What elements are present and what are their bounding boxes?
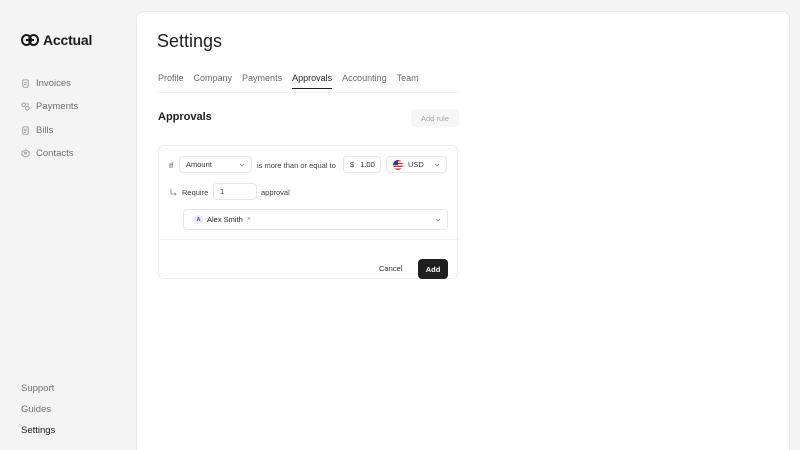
approval-rule-card: If Amount is more than or equal to $ 1.0… <box>158 145 459 279</box>
app-window: Acctual Invoices Payments Bills Contacts… <box>0 0 800 450</box>
sidebar-item-bills[interactable]: Bills <box>21 119 78 142</box>
add-rule-button[interactable]: Add rule <box>411 109 459 127</box>
chevron-down-icon <box>435 218 441 222</box>
tab-team[interactable]: Team <box>397 73 419 89</box>
sidebar-item-label: Invoices <box>36 78 71 90</box>
approver-name: Alex Smith <box>207 215 243 224</box>
cancel-button[interactable]: Cancel <box>373 259 408 277</box>
invoice-icon <box>22 79 29 88</box>
acctual-logo-icon <box>21 34 39 46</box>
tab-profile[interactable]: Profile <box>158 73 184 89</box>
sidebar-item-contacts[interactable]: Contacts <box>21 142 78 165</box>
tabs-divider <box>158 92 458 93</box>
if-label: If <box>169 161 174 170</box>
field-select-value: Amount <box>186 160 212 169</box>
page-title: Settings <box>157 31 223 51</box>
settings-tabs: Profile Company Payments Approvals Accou… <box>158 73 419 89</box>
brand-name: Acctual <box>43 32 93 48</box>
remove-approver-icon[interactable]: × <box>247 216 251 223</box>
operator-label: is more than or equal to <box>257 161 336 170</box>
currency-value: USD <box>408 160 424 169</box>
tab-payments[interactable]: Payments <box>242 73 282 89</box>
currency-select[interactable]: USD <box>386 156 447 173</box>
currency-symbol: $ <box>350 160 355 169</box>
sidebar-item-label: Bills <box>36 124 54 136</box>
chevron-down-icon <box>434 163 440 167</box>
sidebar-item-payments[interactable]: Payments <box>21 95 78 118</box>
sidebar-item-label: Payments <box>36 101 79 113</box>
contacts-icon <box>21 149 30 158</box>
require-count-input[interactable]: 1 <box>213 183 257 200</box>
section-title: Approvals <box>158 111 212 123</box>
sidebar-bottom-nav: Support Guides Settings <box>21 378 55 441</box>
chevron-down-icon <box>239 163 245 167</box>
brand-logo[interactable]: Acctual <box>21 32 92 48</box>
us-flag-icon <box>393 159 403 170</box>
avatar: A <box>194 215 203 224</box>
rule-conditions: If Amount is more than or equal to $ 1.0… <box>159 146 459 240</box>
field-select[interactable]: Amount <box>179 156 252 173</box>
payments-icon <box>21 102 30 111</box>
tab-approvals[interactable]: Approvals <box>292 73 333 89</box>
require-count-value: 1 <box>220 187 225 196</box>
approvers-select[interactable]: A Alex Smith × <box>183 209 448 230</box>
main-panel: Settings Profile Company Payments Approv… <box>136 11 790 450</box>
approval-label: approval <box>261 188 290 197</box>
sidebar-nav: Invoices Payments Bills Contacts <box>21 72 78 165</box>
sidebar-item-settings[interactable]: Settings <box>21 420 55 441</box>
approver-tag: A Alex Smith × <box>190 213 255 226</box>
sidebar-item-guides[interactable]: Guides <box>21 399 55 420</box>
amount-value: 1.00 <box>360 160 375 169</box>
sidebar-item-label: Contacts <box>36 148 74 160</box>
return-arrow-icon <box>170 189 177 196</box>
sidebar: Acctual Invoices Payments Bills Contacts… <box>0 0 136 450</box>
sidebar-item-support[interactable]: Support <box>21 378 55 399</box>
require-label: Require <box>182 188 209 197</box>
tab-accounting[interactable]: Accounting <box>342 73 387 89</box>
bills-icon <box>22 126 29 135</box>
add-button[interactable]: Add <box>418 259 448 279</box>
amount-input[interactable]: $ 1.00 <box>343 156 381 173</box>
tab-company[interactable]: Company <box>194 73 233 89</box>
sidebar-item-invoices[interactable]: Invoices <box>21 72 78 95</box>
